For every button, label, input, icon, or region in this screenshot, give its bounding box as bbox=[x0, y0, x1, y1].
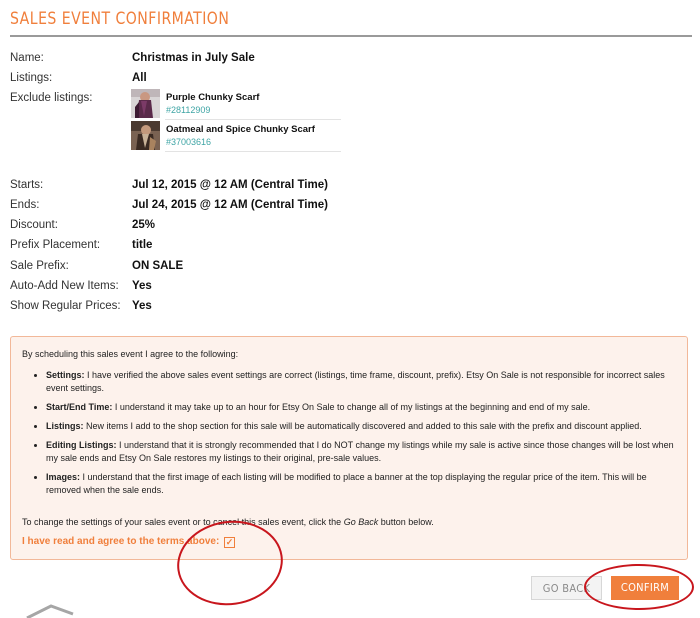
terms-item: Listings: New items I add to the shop se… bbox=[46, 420, 681, 433]
terms-item-title: Listings: bbox=[46, 421, 84, 431]
detail-value: ON SALE bbox=[132, 260, 184, 272]
detail-label: Sale Prefix: bbox=[10, 260, 69, 272]
listing-separator bbox=[165, 151, 341, 152]
terms-item-title: Editing Listings: bbox=[46, 440, 117, 450]
excluded-listing[interactable]: Purple Chunky Scarf #28112909 bbox=[131, 89, 341, 118]
detail-label: Auto-Add New Items: bbox=[10, 280, 119, 292]
page-title: SALES EVENT CONFIRMATION bbox=[10, 9, 230, 29]
detail-label: Discount: bbox=[10, 219, 58, 231]
detail-label: Prefix Placement: bbox=[10, 239, 101, 251]
terms-item-text: I understand that the first image of eac… bbox=[46, 472, 647, 495]
change-note-text-end: button below. bbox=[378, 517, 434, 527]
terms-item: Editing Listings: I understand that it i… bbox=[46, 439, 681, 465]
excluded-listing[interactable]: Oatmeal and Spice Chunky Scarf #37003616 bbox=[131, 121, 341, 150]
detail-value: Jul 12, 2015 @ 12 AM (Central Time) bbox=[132, 179, 328, 191]
terms-item-title: Start/End Time: bbox=[46, 402, 113, 412]
detail-value: Yes bbox=[132, 280, 152, 292]
go-back-reference: Go Back bbox=[343, 517, 379, 527]
detail-label: Starts: bbox=[10, 179, 44, 191]
terms-item-text: I have verified the above sales event se… bbox=[46, 370, 665, 393]
listing-thumbnail bbox=[131, 121, 160, 150]
terms-item: Images: I understand that the first imag… bbox=[46, 471, 681, 497]
listing-separator bbox=[165, 119, 341, 120]
annotation-circle-confirm bbox=[584, 564, 694, 610]
terms-item-text: New items I add to the shop section for … bbox=[83, 421, 642, 431]
listing-id-link[interactable]: #37003616 bbox=[166, 137, 211, 147]
terms-item: Settings: I have verified the above sale… bbox=[46, 369, 681, 395]
terms-panel: By scheduling this sales event I agree t… bbox=[10, 336, 688, 560]
terms-item-title: Settings: bbox=[46, 370, 85, 380]
decorative-corner-graphic bbox=[26, 604, 74, 618]
listing-name: Oatmeal and Spice Chunky Scarf bbox=[166, 124, 315, 135]
listing-name: Purple Chunky Scarf bbox=[166, 92, 260, 103]
detail-label: Show Regular Prices: bbox=[10, 300, 121, 312]
listing-id-link[interactable]: #28112909 bbox=[166, 105, 210, 115]
change-note-text: To change the settings of your sales eve… bbox=[22, 517, 344, 527]
terms-item: Start/End Time: I understand it may take… bbox=[46, 401, 681, 414]
terms-item-text: I understand it may take up to an hour f… bbox=[112, 402, 591, 412]
detail-value: All bbox=[132, 72, 147, 84]
detail-value: 25% bbox=[132, 219, 156, 231]
detail-label: Listings: bbox=[10, 72, 53, 84]
detail-label: Exclude listings: bbox=[10, 92, 93, 104]
detail-value: Jul 24, 2015 @ 12 AM (Central Time) bbox=[132, 199, 328, 211]
detail-label: Ends: bbox=[10, 199, 40, 211]
title-divider bbox=[10, 35, 692, 37]
detail-label: Name: bbox=[10, 52, 44, 64]
listing-thumbnail bbox=[131, 89, 160, 118]
terms-item-text: I understand that it is strongly recomme… bbox=[46, 440, 674, 463]
terms-intro: By scheduling this sales event I agree t… bbox=[22, 349, 239, 359]
terms-item-title: Images: bbox=[46, 472, 81, 482]
detail-value: Christmas in July Sale bbox=[132, 52, 255, 64]
detail-value: title bbox=[132, 239, 153, 251]
detail-value: Yes bbox=[132, 300, 152, 312]
terms-list: Settings: I have verified the above sale… bbox=[33, 369, 681, 503]
